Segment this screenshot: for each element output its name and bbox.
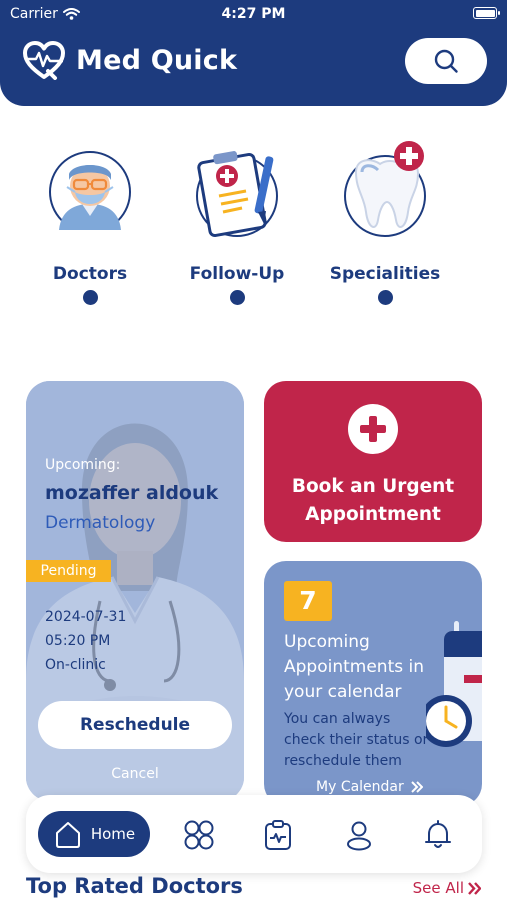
- upcoming-label: Upcoming:: [45, 457, 121, 473]
- doctor-speciality: Dermatology: [45, 513, 156, 533]
- nav-categories-icon[interactable]: [183, 819, 215, 851]
- category-label: Follow-Up: [189, 264, 285, 284]
- nav-records-icon[interactable]: [262, 819, 294, 851]
- app-name: Med Quick: [76, 44, 238, 76]
- clock: 4:27 PM: [221, 6, 286, 22]
- nav-profile-icon[interactable]: [343, 819, 375, 851]
- section-title-top-rated: Top Rated Doctors: [26, 874, 243, 898]
- status-badge: Pending: [26, 560, 111, 582]
- my-calendar-label: My Calendar: [316, 779, 404, 795]
- calendar-title: Upcoming Appointments in your calendar: [284, 632, 424, 702]
- tooth-icon: [342, 140, 428, 237]
- bottom-navigation: Home: [26, 795, 482, 873]
- calendar-description: You can always check their status or res…: [284, 711, 429, 769]
- clipboard-icon: [194, 140, 280, 238]
- see-all-link[interactable]: See All: [413, 879, 481, 897]
- category-label: Doctors: [52, 264, 128, 284]
- doctor-name: mozaffer aldouk: [45, 482, 219, 504]
- medicine-icon: [489, 140, 507, 226]
- status-bar: Carrier 4:27 PM: [0, 0, 507, 28]
- reschedule-button[interactable]: Reschedule: [38, 701, 232, 749]
- search-icon: [434, 49, 458, 73]
- double-chevron-right-icon: [468, 881, 481, 895]
- urgent-appointment-button[interactable]: Book an Urgent Appointment: [264, 381, 482, 542]
- appointment-location: On-clinic: [45, 657, 106, 673]
- urgent-appointment-label: Book an Urgent Appointment: [291, 476, 455, 525]
- cancel-link[interactable]: Cancel: [26, 766, 244, 782]
- nav-notifications-icon[interactable]: [422, 819, 454, 851]
- battery-icon: [473, 7, 500, 19]
- category-indicator: [229, 290, 245, 305]
- category-medicine[interactable]: [462, 140, 507, 279]
- category-follow-up[interactable]: Follow-Up: [167, 140, 307, 305]
- category-indicator: [377, 290, 393, 305]
- appointment-date: 2024-07-31: [45, 609, 127, 625]
- appointment-count: 7: [284, 581, 332, 621]
- appointment-time: 05:20 PM: [45, 633, 111, 649]
- category-carousel[interactable]: Doctors Follow-Up Specialities: [0, 140, 507, 320]
- category-doctors[interactable]: Doctors: [20, 140, 160, 305]
- calendar-card[interactable]: 7 Upcoming Appointments in your calendar…: [264, 561, 482, 806]
- home-icon: [55, 822, 80, 848]
- heart-pulse-icon: [23, 41, 65, 80]
- double-chevron-right-icon: [411, 781, 423, 793]
- my-calendar-link[interactable]: My Calendar: [316, 779, 423, 795]
- doctor-icon: [47, 140, 133, 233]
- app-header: Med Quick: [0, 28, 507, 106]
- nav-home-label: Home: [90, 825, 136, 843]
- category-specialities[interactable]: Specialities: [315, 140, 455, 305]
- search-button[interactable]: [405, 38, 487, 84]
- category-label: Specialities: [329, 264, 441, 284]
- plus-icon: [348, 404, 398, 454]
- category-indicator: [82, 290, 98, 305]
- see-all-label: See All: [412, 879, 464, 897]
- upcoming-appointment-card[interactable]: Upcoming: mozaffer aldouk Dermatology Pe…: [26, 381, 244, 801]
- nav-home[interactable]: Home: [38, 811, 150, 857]
- calendar-clock-icon: [426, 621, 482, 747]
- app-logo: Med Quick: [22, 40, 237, 80]
